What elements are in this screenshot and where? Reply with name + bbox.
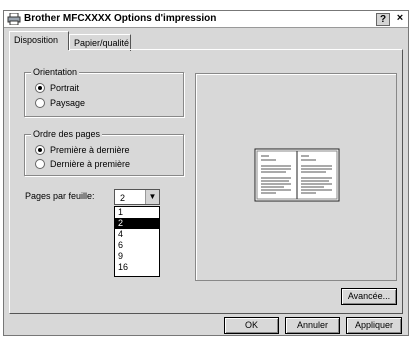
dialog-window: Brother MFCXXXX Options d'impression ? ×… [3, 10, 409, 336]
apply-button[interactable]: Appliquer [346, 317, 402, 334]
chevron-down-icon[interactable]: ▼ [145, 190, 159, 204]
cancel-button[interactable]: Annuler [285, 317, 340, 334]
ok-button[interactable]: OK [224, 317, 279, 334]
orientation-group: Orientation Portrait Paysage [24, 67, 184, 117]
dropdown-option-2[interactable]: 2 [115, 218, 159, 229]
dropdown-option-1[interactable]: 1 [115, 207, 159, 218]
radio-button[interactable] [35, 159, 45, 169]
help-button[interactable]: ? [376, 13, 390, 26]
tab-label: Papier/qualité [74, 38, 130, 48]
tab-panel-disposition: Orientation Portrait Paysage Ordre des p… [9, 49, 403, 314]
orientation-group-title: Orientation [31, 67, 80, 77]
pages-per-sheet-select[interactable]: 2 ▼ [114, 189, 160, 205]
dropdown-option-9[interactable]: 9 [115, 251, 159, 262]
title-bar: Brother MFCXXXX Options d'impression ? × [4, 11, 408, 28]
radio-button[interactable] [35, 145, 45, 155]
radio-derniere-a-premiere[interactable]: Dernière à première [35, 158, 130, 170]
tab-disposition[interactable]: Disposition [9, 31, 69, 50]
pages-per-sheet-dropdown: 1 2 4 6 9 16 [114, 206, 160, 277]
radio-label: Dernière à première [50, 159, 131, 169]
radio-premiere-a-derniere[interactable]: Première à dernière [35, 144, 130, 156]
layout-preview [195, 73, 397, 281]
close-button[interactable]: × [393, 13, 407, 26]
page-order-group: Ordre des pages Première à dernière Dern… [24, 129, 184, 176]
radio-button[interactable] [35, 98, 45, 108]
tab-label: Disposition [14, 35, 59, 45]
dropdown-option-4[interactable]: 4 [115, 229, 159, 240]
dropdown-option-6[interactable]: 6 [115, 240, 159, 251]
dropdown-option-16[interactable]: 16 [115, 262, 159, 273]
radio-label: Première à dernière [50, 145, 130, 155]
advanced-button[interactable]: Avancée... [341, 288, 397, 305]
page-order-group-title: Ordre des pages [31, 129, 103, 139]
window-title: Brother MFCXXXX Options d'impression [24, 13, 217, 24]
printer-icon [7, 13, 21, 25]
select-value: 2 [120, 193, 126, 203]
pages-per-sheet-label: Pages par feuille: [25, 191, 95, 201]
radio-paysage[interactable]: Paysage [35, 97, 85, 109]
two-up-page-icon [254, 148, 340, 202]
radio-portrait[interactable]: Portrait [35, 82, 79, 94]
radio-label: Portrait [50, 83, 80, 93]
radio-button[interactable] [35, 83, 45, 93]
radio-label: Paysage [50, 98, 86, 108]
